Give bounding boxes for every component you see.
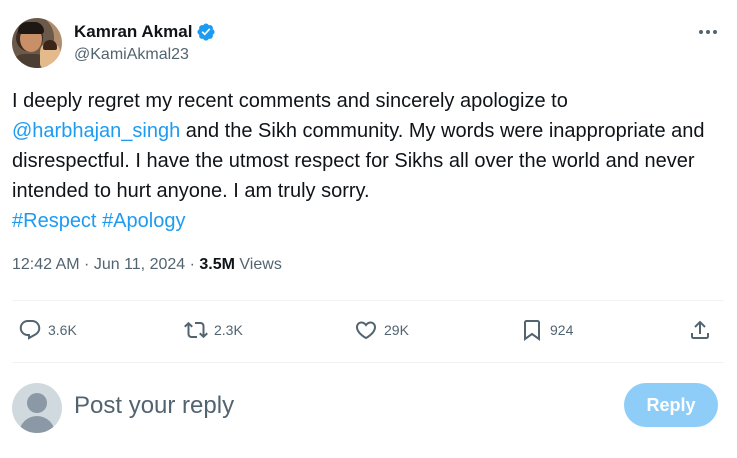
views-count: 3.5M: [199, 256, 235, 273]
author-display-name[interactable]: Kamran Akmal: [74, 22, 192, 42]
bookmark-icon: [524, 320, 540, 341]
share-icon: [691, 320, 709, 339]
reply-input[interactable]: Post your reply: [74, 392, 234, 420]
meta-separator-2: ·: [185, 256, 200, 273]
reply-action[interactable]: 3.6K: [18, 318, 77, 342]
tweet-date[interactable]: Jun 11, 2024: [94, 256, 185, 273]
divider-bottom: [12, 362, 724, 363]
verified-badge-icon[interactable]: [196, 22, 216, 42]
tweet-header: Kamran Akmal @KamiAkmal23: [12, 16, 724, 72]
reply-composer: Post your reply Reply: [12, 380, 724, 436]
tweet-meta: 12:42 AM · Jun 11, 2024 · 3.5M Views: [12, 256, 282, 274]
current-user-avatar[interactable]: [12, 383, 62, 433]
bookmark-action[interactable]: 924: [520, 318, 573, 342]
action-bar: 3.6K 2.3K 29K 924: [12, 300, 724, 362]
like-count: 29K: [384, 322, 409, 338]
tweet-text: I deeply regret my recent comments and s…: [12, 86, 724, 236]
repost-action[interactable]: 2.3K: [184, 318, 243, 342]
more-icon[interactable]: [696, 22, 720, 42]
like-action[interactable]: 29K: [354, 318, 409, 342]
reply-icon: [19, 320, 41, 340]
hashtag-respect[interactable]: #Respect: [12, 210, 97, 232]
like-icon: [355, 321, 377, 340]
reply-button[interactable]: Reply: [624, 383, 718, 427]
author-handle[interactable]: @KamiAkmal23: [74, 46, 189, 64]
tweet-time[interactable]: 12:42 AM: [12, 256, 80, 273]
mention-link[interactable]: @harbhajan_singh: [12, 120, 180, 142]
reply-count: 3.6K: [48, 322, 77, 338]
repost-icon: [184, 321, 208, 339]
repost-count: 2.3K: [214, 322, 243, 338]
author-name-row: Kamran Akmal: [74, 22, 216, 42]
tweet-text-part1: I deeply regret my recent comments and s…: [12, 90, 568, 112]
author-avatar[interactable]: [12, 18, 62, 68]
share-action[interactable]: [688, 318, 712, 342]
hashtag-apology[interactable]: #Apology: [102, 210, 185, 232]
meta-separator: ·: [79, 256, 94, 273]
views-label: Views: [239, 256, 282, 273]
bookmark-count: 924: [550, 322, 574, 338]
